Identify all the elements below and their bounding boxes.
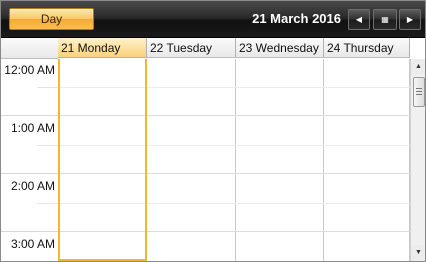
chevron-right-icon: ▶ <box>406 15 414 24</box>
toolbar: Day 21 March 2016 ◀ ▦ ▶ <box>1 1 425 38</box>
day-header-monday[interactable]: 21 Monday <box>58 38 147 58</box>
previous-button[interactable]: ◀ <box>348 9 370 30</box>
current-date-title: 21 March 2016 <box>252 11 341 26</box>
time-slot-grid[interactable] <box>58 59 410 261</box>
hour-line <box>1 173 58 174</box>
header-corner <box>1 38 58 59</box>
vertical-scrollbar[interactable]: ▲ ▼ <box>410 59 425 261</box>
grip-line <box>416 91 422 92</box>
today-highlight <box>58 59 147 261</box>
today-button[interactable]: ▦ <box>373 9 397 30</box>
scroll-thumb[interactable] <box>413 77 425 107</box>
hour-line <box>1 231 58 232</box>
time-label: 12:00 AM <box>4 63 55 77</box>
half-hour-tick <box>37 145 58 146</box>
hour-line <box>1 115 58 116</box>
arrow-down-icon: ▼ <box>415 249 422 256</box>
time-ruler: 12:00 AM 1:00 AM 2:00 AM 3:00 AM <box>1 59 59 261</box>
scheduler: Day 21 March 2016 ◀ ▦ ▶ 21 Monday 22 Tue… <box>0 0 426 262</box>
half-hour-tick <box>37 87 58 88</box>
day-header-thursday[interactable]: 24 Thursday <box>324 38 410 58</box>
scroll-up-button[interactable]: ▲ <box>411 59 425 75</box>
next-button[interactable]: ▶ <box>399 9 421 30</box>
calendar-icon: ▦ <box>381 15 389 24</box>
half-hour-tick <box>37 203 58 204</box>
chevron-left-icon: ◀ <box>355 15 363 24</box>
grip-line <box>416 88 422 89</box>
time-label: 3:00 AM <box>10 237 55 251</box>
arrow-up-icon: ▲ <box>415 63 422 70</box>
scroll-down-button[interactable]: ▼ <box>411 245 425 261</box>
day-header-wednesday[interactable]: 23 Wednesday <box>236 38 324 58</box>
grip-line <box>416 94 422 95</box>
day-view-button[interactable]: Day <box>9 8 94 30</box>
day-header-tuesday[interactable]: 22 Tuesday <box>147 38 236 58</box>
time-label: 1:00 AM <box>10 121 55 135</box>
time-label: 2:00 AM <box>10 179 55 193</box>
